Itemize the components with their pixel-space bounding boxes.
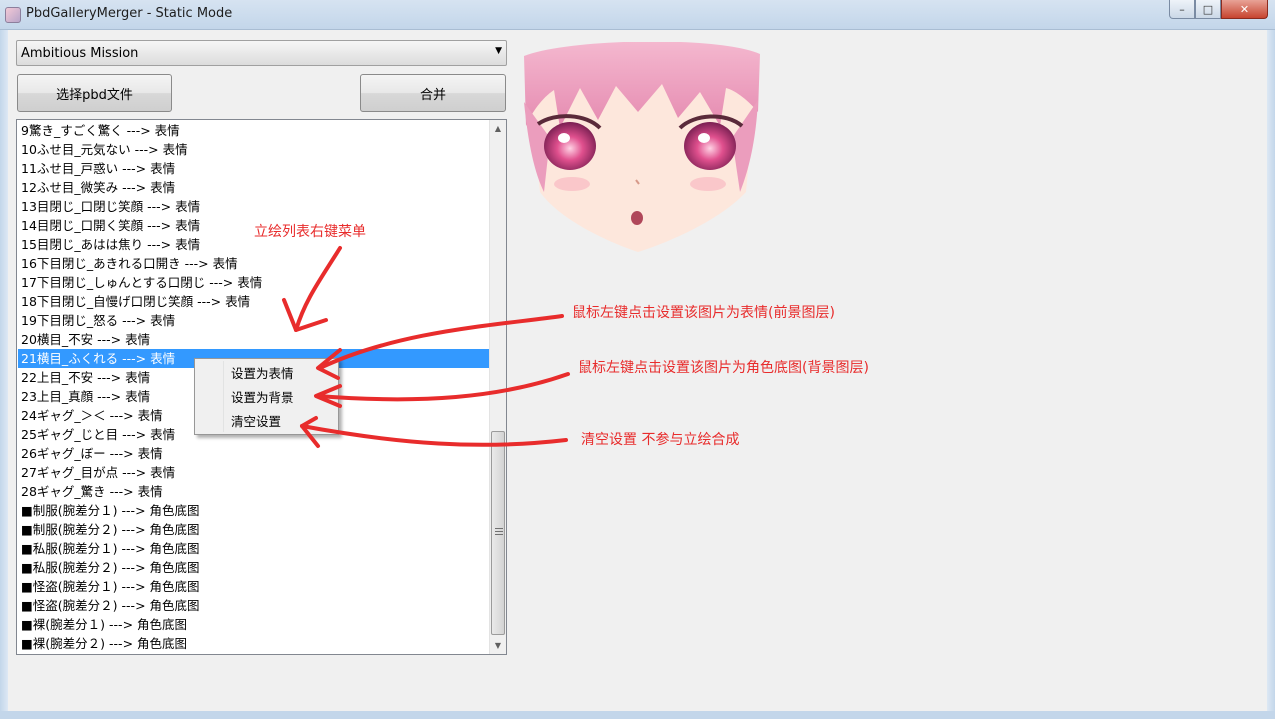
menu-item-set-background[interactable]: 设置为背景 xyxy=(197,386,336,409)
window-frame-left xyxy=(0,30,8,719)
list-item[interactable]: ■制服(腕差分２) ---> 角色底图 xyxy=(18,520,489,539)
list-item[interactable]: 11ふせ目_戸惑い ---> 表情 xyxy=(18,159,489,178)
list-item[interactable]: 27ギャグ_目が点 ---> 表情 xyxy=(18,463,489,482)
merge-button[interactable]: 合并 xyxy=(360,74,506,112)
list-item[interactable]: 20横目_不安 ---> 表情 xyxy=(18,330,489,349)
list-scrollbar[interactable]: ▲ ▼ xyxy=(489,120,506,654)
minimize-button[interactable]: – xyxy=(1169,0,1195,19)
scrollbar-thumb[interactable] xyxy=(491,431,505,635)
close-button[interactable]: ✕ xyxy=(1221,0,1268,19)
annotation-set-background: 鼠标左键点击设置该图片为角色底图(背景图层) xyxy=(578,360,869,376)
list-item[interactable]: ■私服(腕差分１) ---> 角色底图 xyxy=(18,539,489,558)
annotation-clear: 清空设置 不参与立绘合成 xyxy=(581,432,740,448)
eye-left xyxy=(544,122,596,170)
list-item[interactable]: ■怪盗(腕差分１) ---> 角色底图 xyxy=(18,577,489,596)
character-dropdown[interactable]: Ambitious Mission ▼ xyxy=(16,40,507,66)
app-icon xyxy=(5,7,21,23)
list-item[interactable]: ■裸(腕差分１) ---> 角色底图 xyxy=(18,615,489,634)
menu-item-set-expression[interactable]: 设置为表情 xyxy=(197,362,336,385)
list-item[interactable]: 28ギャグ_驚き ---> 表情 xyxy=(18,482,489,501)
eye-left-highlight xyxy=(558,133,570,143)
list-item[interactable]: 18下目閉じ_自慢げ口閉じ笑顔 ---> 表情 xyxy=(18,292,489,311)
blush-left xyxy=(554,177,590,191)
scroll-down-arrow-icon[interactable]: ▼ xyxy=(490,637,506,654)
list-item[interactable]: ■怪盗(腕差分２) ---> 角色底图 xyxy=(18,596,489,615)
list-item[interactable]: 12ふせ目_微笑み ---> 表情 xyxy=(18,178,489,197)
scroll-up-arrow-icon[interactable]: ▲ xyxy=(490,120,506,137)
character-preview-image xyxy=(524,42,760,252)
list-item[interactable]: 19下目閉じ_怒る ---> 表情 xyxy=(18,311,489,330)
list-item[interactable]: 10ふせ目_元気ない ---> 表情 xyxy=(18,140,489,159)
context-menu: 设置为表情 设置为背景 清空设置 xyxy=(194,358,339,435)
eye-right-highlight xyxy=(698,133,710,143)
window-frame-right xyxy=(1267,30,1275,719)
window-frame-bottom xyxy=(0,711,1275,719)
list-item[interactable]: 16下目閉じ_あきれる口開き ---> 表情 xyxy=(18,254,489,273)
select-pbd-button[interactable]: 选择pbd文件 xyxy=(17,74,172,112)
list-item[interactable]: ■私服(腕差分２) ---> 角色底图 xyxy=(18,558,489,577)
list-item[interactable]: 17下目閉じ_しゅんとする口閉じ ---> 表情 xyxy=(18,273,489,292)
eye-right xyxy=(684,122,736,170)
annotation-set-expression: 鼠标左键点击设置该图片为表情(前景图层) xyxy=(572,305,835,321)
maximize-button[interactable]: □ xyxy=(1195,0,1221,19)
character-dropdown-value: Ambitious Mission xyxy=(21,46,139,61)
list-item[interactable]: ■裸(腕差分２) ---> 角色底图 xyxy=(18,634,489,653)
title-bar[interactable]: PbdGalleryMerger - Static Mode – □ ✕ xyxy=(0,0,1275,30)
chevron-down-icon[interactable]: ▼ xyxy=(495,46,502,56)
list-item[interactable]: 26ギャグ_ぼー ---> 表情 xyxy=(18,444,489,463)
window-title: PbdGalleryMerger - Static Mode xyxy=(26,6,233,21)
scrollbar-grip-icon xyxy=(495,528,503,537)
list-item[interactable]: 13目閉じ_口閉じ笑顔 ---> 表情 xyxy=(18,197,489,216)
list-item[interactable]: 9驚き_すごく驚く ---> 表情 xyxy=(18,121,489,140)
blush-right xyxy=(690,177,726,191)
mouth xyxy=(631,211,643,225)
list-item[interactable]: ■制服(腕差分１) ---> 角色底图 xyxy=(18,501,489,520)
annotation-list-menu: 立绘列表右键菜单 xyxy=(254,224,366,240)
menu-item-clear-setting[interactable]: 清空设置 xyxy=(197,410,336,433)
